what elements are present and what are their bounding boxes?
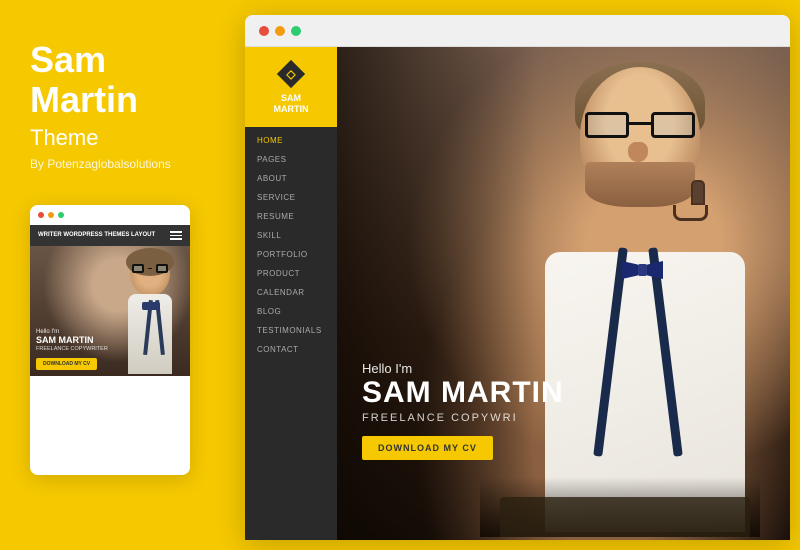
nav-item-pages[interactable]: PAGES bbox=[245, 150, 337, 169]
glasses-bridge bbox=[629, 122, 651, 125]
mobile-dot-green bbox=[58, 212, 64, 218]
mobile-download-btn[interactable]: DOWNLOAD MY CV bbox=[36, 358, 97, 370]
hero-name: SAM MARTIN bbox=[362, 378, 564, 408]
mobile-dot-yellow bbox=[48, 212, 54, 218]
nav-item-about[interactable]: ABOUT bbox=[245, 169, 337, 188]
nav-item-product[interactable]: PRODUCT bbox=[245, 264, 337, 283]
logo-diamond-wrapper: ◇ bbox=[277, 60, 305, 88]
browser-dot-red[interactable] bbox=[259, 26, 269, 36]
bowtie-center bbox=[638, 264, 647, 276]
theme-subtitle: Theme bbox=[30, 125, 98, 151]
hero-role: FREELANCE COPYWRI bbox=[362, 412, 564, 424]
mobile-header-text: WRITER WORDPRESS THEMES LAYOUT bbox=[38, 232, 155, 239]
bowtie-right bbox=[647, 261, 663, 279]
browser-dot-green[interactable] bbox=[291, 26, 301, 36]
person-beard bbox=[585, 162, 695, 207]
glasses-container bbox=[585, 112, 695, 137]
left-panel: Sam Martin Theme By Potenzaglobalsolutio… bbox=[0, 0, 245, 550]
theme-by: By Potenzaglobalsolutions bbox=[30, 157, 171, 171]
mobile-dot-red bbox=[38, 212, 44, 218]
person-nose bbox=[628, 142, 648, 162]
person-figure bbox=[480, 47, 760, 537]
hero-download-btn[interactable]: DOWNLOAD MY CV bbox=[362, 436, 493, 460]
glass-right bbox=[651, 112, 695, 138]
browser-dot-yellow[interactable] bbox=[275, 26, 285, 36]
nav-item-resume[interactable]: RESUME bbox=[245, 207, 337, 226]
typewriter-body bbox=[500, 497, 750, 537]
nav-item-portfolio[interactable]: PORTFOLIO bbox=[245, 245, 337, 264]
person-head bbox=[580, 67, 700, 207]
glass-left bbox=[585, 112, 629, 138]
mobile-name: SAM MARTIN bbox=[36, 335, 108, 346]
browser-window: ◇ SAMMARTIN HOME PAGES ABOUT SERVICE RES… bbox=[245, 15, 790, 540]
hero-hello: Hello I'm bbox=[362, 361, 564, 376]
browser-bar bbox=[245, 15, 790, 47]
mobile-card-dots bbox=[30, 205, 190, 225]
site-logo: ◇ SAMMARTIN bbox=[245, 47, 337, 127]
nav-item-calendar[interactable]: CALENDAR bbox=[245, 283, 337, 302]
mobile-card-header: WRITER WORDPRESS THEMES LAYOUT bbox=[30, 225, 190, 246]
nav-item-service[interactable]: SERVICE bbox=[245, 188, 337, 207]
mobile-preview-card: WRITER WORDPRESS THEMES LAYOUT bbox=[30, 205, 190, 475]
mobile-hero-text: Hello I'm SAM MARTIN FREELANCE COPYWRITE… bbox=[36, 329, 108, 370]
bowtie bbox=[622, 261, 663, 279]
logo-text: SAMMARTIN bbox=[274, 93, 309, 115]
nav-item-testimonials[interactable]: TESTIMONIALS bbox=[245, 321, 337, 340]
nav-item-skill[interactable]: SKILL bbox=[245, 226, 337, 245]
pipe bbox=[673, 205, 708, 221]
bowtie-left bbox=[622, 261, 638, 279]
site-hero: Hello I'm SAM MARTIN FREELANCE COPYWRI D… bbox=[337, 47, 790, 540]
theme-title: Sam Martin bbox=[30, 40, 138, 119]
site-sidebar: ◇ SAMMARTIN HOME PAGES ABOUT SERVICE RES… bbox=[245, 47, 337, 540]
hero-overlay: Hello I'm SAM MARTIN FREELANCE COPYWRI D… bbox=[362, 361, 564, 460]
mobile-hamburger bbox=[170, 231, 182, 240]
browser-content: ◇ SAMMARTIN HOME PAGES ABOUT SERVICE RES… bbox=[245, 47, 790, 540]
mobile-hero-area: Hello I'm SAM MARTIN FREELANCE COPYWRITE… bbox=[30, 246, 190, 376]
nav-item-contact[interactable]: CONTACT bbox=[245, 340, 337, 359]
nav-item-blog[interactable]: BLOG bbox=[245, 302, 337, 321]
logo-diamond-icon: ◇ bbox=[286, 67, 295, 81]
mobile-role: FREELANCE COPYWRITER bbox=[36, 346, 108, 352]
nav-items: HOME PAGES ABOUT SERVICE RESUME SKILL PO… bbox=[245, 127, 337, 359]
nav-item-home[interactable]: HOME bbox=[245, 131, 337, 150]
